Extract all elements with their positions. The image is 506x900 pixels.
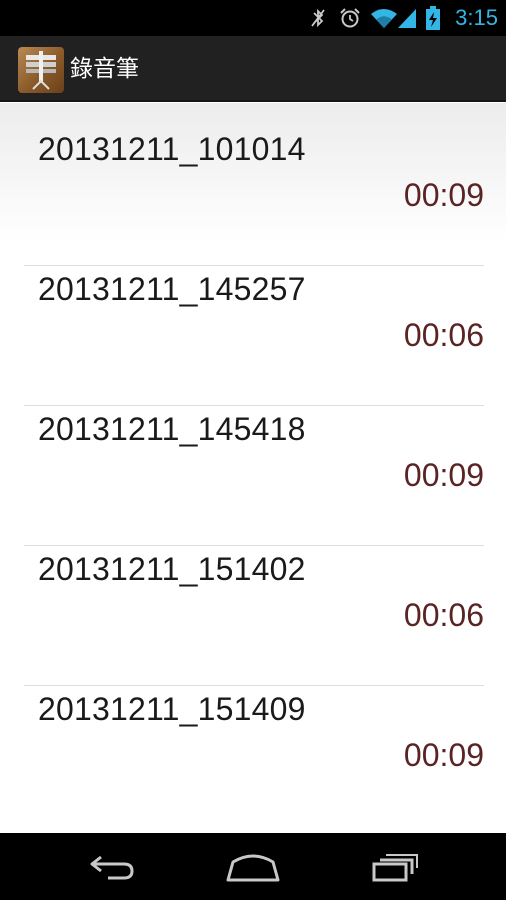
alarm-icon [338,0,362,36]
recording-duration: 00:09 [403,457,484,493]
action-bar: 錄音筆 [0,36,506,102]
navigation-bar [0,833,506,900]
status-clock: 3:15 [455,5,498,30]
wifi-icon [370,0,398,36]
microphone-app-icon[interactable] [18,47,64,93]
recording-duration: 00:09 [403,737,484,773]
recording-name: 20131211_151402 [38,551,306,587]
recording-duration: 00:09 [403,177,484,213]
home-button[interactable] [203,833,303,900]
signal-icon [396,0,418,36]
bluetooth-off-icon [308,0,328,36]
back-icon [90,855,134,879]
recent-apps-icon [372,853,418,881]
status-bar: 3:15 [0,0,506,36]
app-title: 錄音筆 [70,56,139,82]
recording-item[interactable]: 20131211_151409 00:09 [0,663,506,803]
battery-charging-icon [424,0,442,36]
recording-duration: 00:06 [403,317,484,353]
recent-apps-button[interactable] [345,833,445,900]
recording-name: 20131211_145257 [38,271,306,307]
recordings-list: 20131211_101014 00:09 20131211_145257 00… [0,103,506,833]
recording-item[interactable]: 20131211_151402 00:06 [0,523,506,663]
recording-item[interactable]: 20131211_145418 00:09 [0,383,506,523]
recording-item[interactable]: 20131211_101014 00:09 [0,103,506,243]
home-icon [226,854,280,881]
recording-duration: 00:06 [403,597,484,633]
recording-item[interactable]: 20131211_145257 00:06 [0,243,506,383]
recording-name: 20131211_151409 [38,691,306,727]
recording-name: 20131211_145418 [38,411,306,447]
back-button[interactable] [63,833,163,900]
recording-name: 20131211_101014 [38,131,306,167]
